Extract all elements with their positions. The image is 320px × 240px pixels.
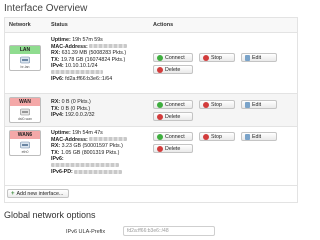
header-status: Status	[51, 22, 68, 28]
interface-row-lan: LAN br-lan Uptime: 19h 57m 59s MAC-Addre…	[5, 33, 297, 94]
connect-button[interactable]: Connect	[153, 53, 193, 62]
stop-button[interactable]: Stop	[199, 132, 235, 141]
interface-status-wan: RX: 0 B (0 Pkts.) TX: 0 B (0 Pkts.) IPv4…	[51, 99, 95, 118]
page-title: Interface Overview	[4, 3, 88, 14]
add-icon: +	[11, 190, 15, 197]
edit-icon	[245, 133, 250, 140]
interface-table: Network Status Actions LAN br-lan Uptime…	[4, 17, 298, 203]
stop-icon	[203, 54, 209, 61]
delete-button[interactable]: Delete	[153, 65, 193, 74]
connect-icon	[157, 101, 163, 108]
edit-icon	[245, 54, 250, 61]
redacted-address	[51, 70, 103, 75]
section-title-global: Global network options	[4, 210, 96, 220]
interface-status-lan: Uptime: 19h 57m 59s MAC-Address: RX: 631…	[51, 37, 128, 82]
interface-badge-lan[interactable]: LAN br-lan	[9, 45, 41, 71]
interface-device: dsl0-wan	[17, 117, 32, 121]
network-icon	[10, 140, 40, 150]
stop-button[interactable]: Stop	[199, 53, 235, 62]
table-header: Network Status Actions	[5, 18, 297, 33]
interface-badge-wan6[interactable]: WAN6 eth0	[9, 130, 41, 156]
add-interface-button[interactable]: + Add new interface...	[7, 189, 69, 198]
connect-button[interactable]: Connect	[153, 100, 193, 109]
ula-prefix-input[interactable]: fd2a:ff66:b3e6::/48	[123, 226, 215, 236]
interface-name: LAN	[10, 46, 40, 54]
edit-icon	[245, 101, 250, 108]
redacted-prefix	[74, 169, 123, 174]
connect-icon	[157, 54, 163, 61]
add-interface-row: + Add new interface...	[5, 186, 297, 202]
stop-button[interactable]: Stop	[199, 100, 235, 109]
delete-button[interactable]: Delete	[153, 144, 193, 153]
edit-button[interactable]: Edit	[241, 100, 277, 109]
delete-icon	[157, 66, 163, 73]
interface-name: WAN	[10, 98, 40, 106]
edit-button[interactable]: Edit	[241, 132, 277, 141]
redacted-mac	[89, 137, 128, 142]
network-icon	[10, 107, 40, 117]
redacted-address	[51, 163, 119, 168]
interface-row-wan: WAN dsl0-wan RX: 0 B (0 Pkts.) TX: 0 B (…	[5, 94, 297, 127]
interface-row-wan6: WAN6 eth0 Uptime: 19h 54m 47s MAC-Addres…	[5, 127, 297, 186]
delete-icon	[157, 113, 163, 120]
network-icon	[10, 55, 40, 65]
interface-status-wan6: Uptime: 19h 54m 47s MAC-Address: RX: 3.2…	[51, 130, 128, 176]
interface-device: eth0	[21, 150, 29, 154]
ula-prefix-label: IPv6 ULA-Prefix	[66, 229, 106, 235]
header-network: Network	[9, 22, 31, 28]
connect-button[interactable]: Connect	[153, 132, 193, 141]
interface-name: WAN6	[10, 131, 40, 139]
interface-badge-wan[interactable]: WAN dsl0-wan	[9, 97, 41, 123]
interface-device: br-lan	[20, 65, 30, 69]
delete-icon	[157, 145, 163, 152]
stop-icon	[203, 133, 209, 140]
delete-button[interactable]: Delete	[153, 112, 193, 121]
edit-button[interactable]: Edit	[241, 53, 277, 62]
header-actions: Actions	[153, 22, 174, 28]
connect-icon	[157, 133, 163, 140]
stop-icon	[203, 101, 209, 108]
redacted-mac	[89, 44, 128, 49]
